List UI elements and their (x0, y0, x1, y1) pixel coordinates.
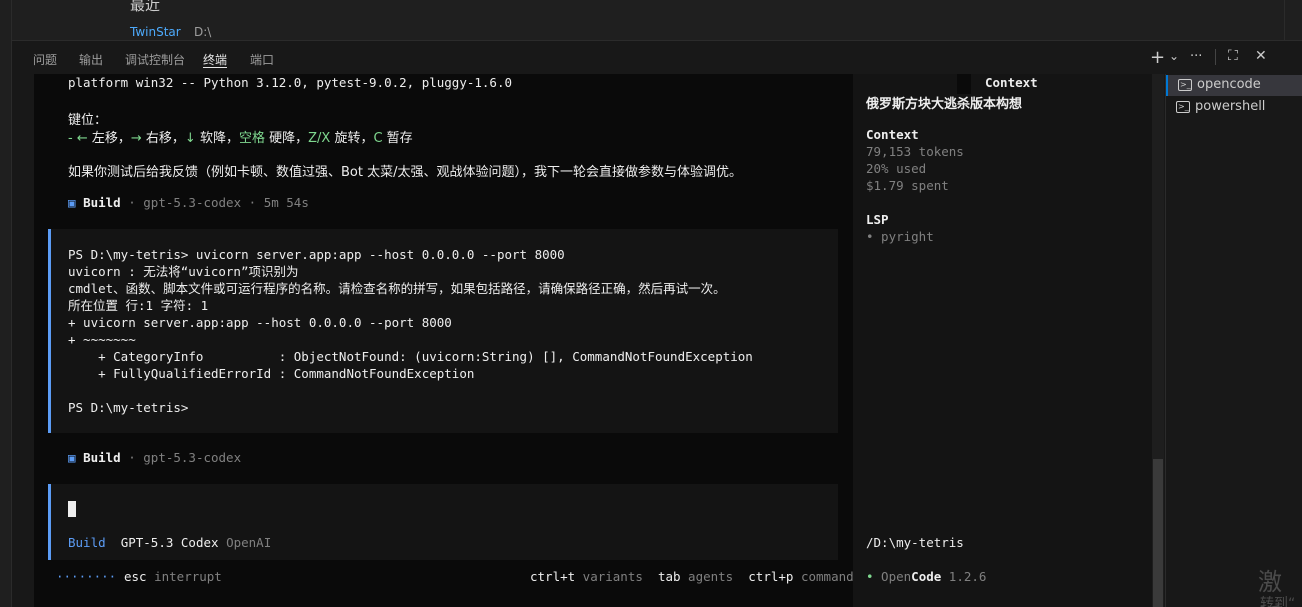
terminal-dropdown-button[interactable]: ⌄ (1169, 49, 1179, 63)
terminal-item-opencode[interactable]: >_ opencode (1166, 75, 1302, 96)
recent-item-link[interactable]: TwinStar (130, 25, 181, 39)
build-status-1: ▣ Build · gpt-5.3-codex · 5m 54s (68, 195, 309, 210)
key-left-text: 左移， (87, 131, 131, 146)
active-tab-indicator (203, 67, 227, 68)
activity-rail (0, 0, 12, 607)
terminal-list (1165, 74, 1302, 607)
commands-key: ctrl+p (748, 569, 794, 584)
more-actions-button[interactable]: ··· (1190, 49, 1202, 64)
key-right-text: 右移， (141, 131, 185, 146)
key-rotate: Z/X (308, 131, 331, 146)
build-meta: · gpt-5.3-codex (120, 450, 242, 465)
key-space: 空格 (238, 131, 265, 146)
build-meta: · gpt-5.3-codex · 5m 54s (120, 195, 309, 210)
build-label: Build (83, 450, 121, 465)
build-square-icon: ▣ (68, 195, 76, 210)
provider-name: OpenAI (226, 535, 272, 550)
key-left: ← (76, 131, 88, 146)
build-square-icon: ▣ (68, 450, 76, 465)
app-version: 1.2.6 (941, 569, 987, 584)
context-heading: Context (866, 127, 919, 142)
brand-open: Open (873, 569, 912, 584)
tab-debug-console[interactable]: 调试控制台 (125, 51, 185, 68)
key-rotate-text: 旋转， (330, 131, 374, 146)
build-label: Build (83, 195, 121, 210)
shell-line: 所在位置 行:1 字符: 1 (68, 298, 209, 313)
terminal-item-powershell[interactable]: >_ powershell (1166, 97, 1302, 118)
feedback-line: 如果你测试后给我反馈（例如卡顿、数值过强、Bot 太菜/太强、观战体验问题），我… (68, 165, 742, 180)
project-path: /D:\my-tetris (866, 535, 964, 550)
context-tokens: 79,153 tokens (866, 144, 964, 159)
shell-line: + ~~~~~~~ (68, 332, 136, 347)
terminal-item-label: powershell (1195, 99, 1266, 114)
input-accent-bar (48, 484, 51, 560)
agents-key: tab (657, 569, 681, 584)
variants-key: ctrl+t (530, 569, 576, 584)
tab-problems[interactable]: 问题 (33, 51, 57, 68)
shortcut-hints: ctrl+t variants tab agents ctrl+p comman… (530, 569, 861, 584)
lsp-heading: LSP (866, 212, 889, 227)
app-brand: • OpenCode 1.2.6 (866, 569, 986, 584)
shell-line: + uvicorn server.app:app --host 0.0.0.0 … (68, 315, 452, 330)
esc-key: esc (124, 569, 147, 584)
keys-prefix: - (68, 131, 77, 146)
block-accent-bar (48, 229, 51, 433)
status-dot: • (866, 569, 874, 584)
interrupt-hint: esc interrupt (124, 569, 222, 584)
maximize-panel-button[interactable]: ⛶ (1228, 48, 1238, 64)
esc-text: interrupt (146, 569, 222, 584)
close-panel-button[interactable]: ✕ (1255, 48, 1267, 64)
shell-line: + CategoryInfo : ObjectNotFound: (uvicor… (68, 349, 753, 364)
shell-output-lines: PS D:\my-tetris> uvicorn server.app:app … (68, 246, 753, 416)
agents-text: agents (680, 569, 734, 584)
shell-line: PS D:\my-tetris> uvicorn server.app:app … (68, 247, 565, 262)
key-right: → (130, 131, 142, 146)
toolbar-divider (1215, 49, 1216, 65)
shell-line: PS D:\my-tetris> (68, 400, 189, 415)
recent-item-path: D:\ (194, 25, 212, 39)
brand-code: Code (911, 569, 942, 584)
new-terminal-button[interactable]: + (1150, 47, 1165, 68)
key-space-text: 硬降， (264, 131, 309, 146)
sidebar-notch (957, 74, 971, 94)
tab-terminal[interactable]: 终端 (203, 51, 227, 68)
activation-watermark-sub: 转到“ (1260, 596, 1296, 607)
shell-line: uvicorn : 无法将“uvicorn”项识别为 (68, 264, 299, 279)
lsp-item: • pyright (866, 229, 934, 244)
tab-output[interactable]: 输出 (79, 51, 103, 68)
recent-heading: 最近 (130, 0, 161, 14)
shell-line: + FullyQualifiedErrorId : CommandNotFoun… (68, 366, 475, 381)
shell-line: cmdlet、函数、脚本文件或可运行程序的名称。请检查名称的拼写，如果包括路径，… (68, 281, 726, 296)
progress-dots: ········ (56, 569, 117, 584)
terminal-icon: >_ (1178, 79, 1192, 91)
commands-text: commands (793, 569, 862, 584)
pytest-header-line: platform win32 -- Python 3.12.0, pytest-… (68, 75, 513, 90)
key-down-text: 软降， (195, 131, 239, 146)
scrollbar-thumb[interactable] (1153, 459, 1163, 607)
key-down: ↓ (184, 131, 196, 146)
build-status-2: ▣ Build · gpt-5.3-codex (68, 450, 241, 465)
editor-scroll-rail (1284, 0, 1302, 40)
key-pause: C (373, 131, 383, 146)
tab-ports[interactable]: 端口 (250, 51, 274, 68)
context-spent: $1.79 spent (866, 178, 949, 193)
keys-label: 键位： (68, 113, 108, 128)
keys-line: - ← 左移，→ 右移，↓ 软降，空格 硬降，Z/X 旋转，C 暂存 (68, 127, 413, 146)
model-name[interactable]: GPT-5.3 Codex (121, 535, 219, 550)
context-used: 20% used (866, 161, 927, 176)
mode-label[interactable]: Build (68, 535, 106, 550)
key-pause-text: 暂存 (382, 131, 413, 146)
sidebar-top-label: Context (985, 75, 1038, 90)
terminal-item-label: opencode (1197, 77, 1261, 92)
terminal-icon: >_ (1176, 101, 1190, 113)
variants-text: variants (575, 569, 643, 584)
input-model-line: Build GPT-5.3 Codex OpenAI (68, 535, 271, 550)
text-cursor (68, 501, 76, 517)
session-title: 俄罗斯方块大逃杀版本构想 (866, 97, 1023, 112)
